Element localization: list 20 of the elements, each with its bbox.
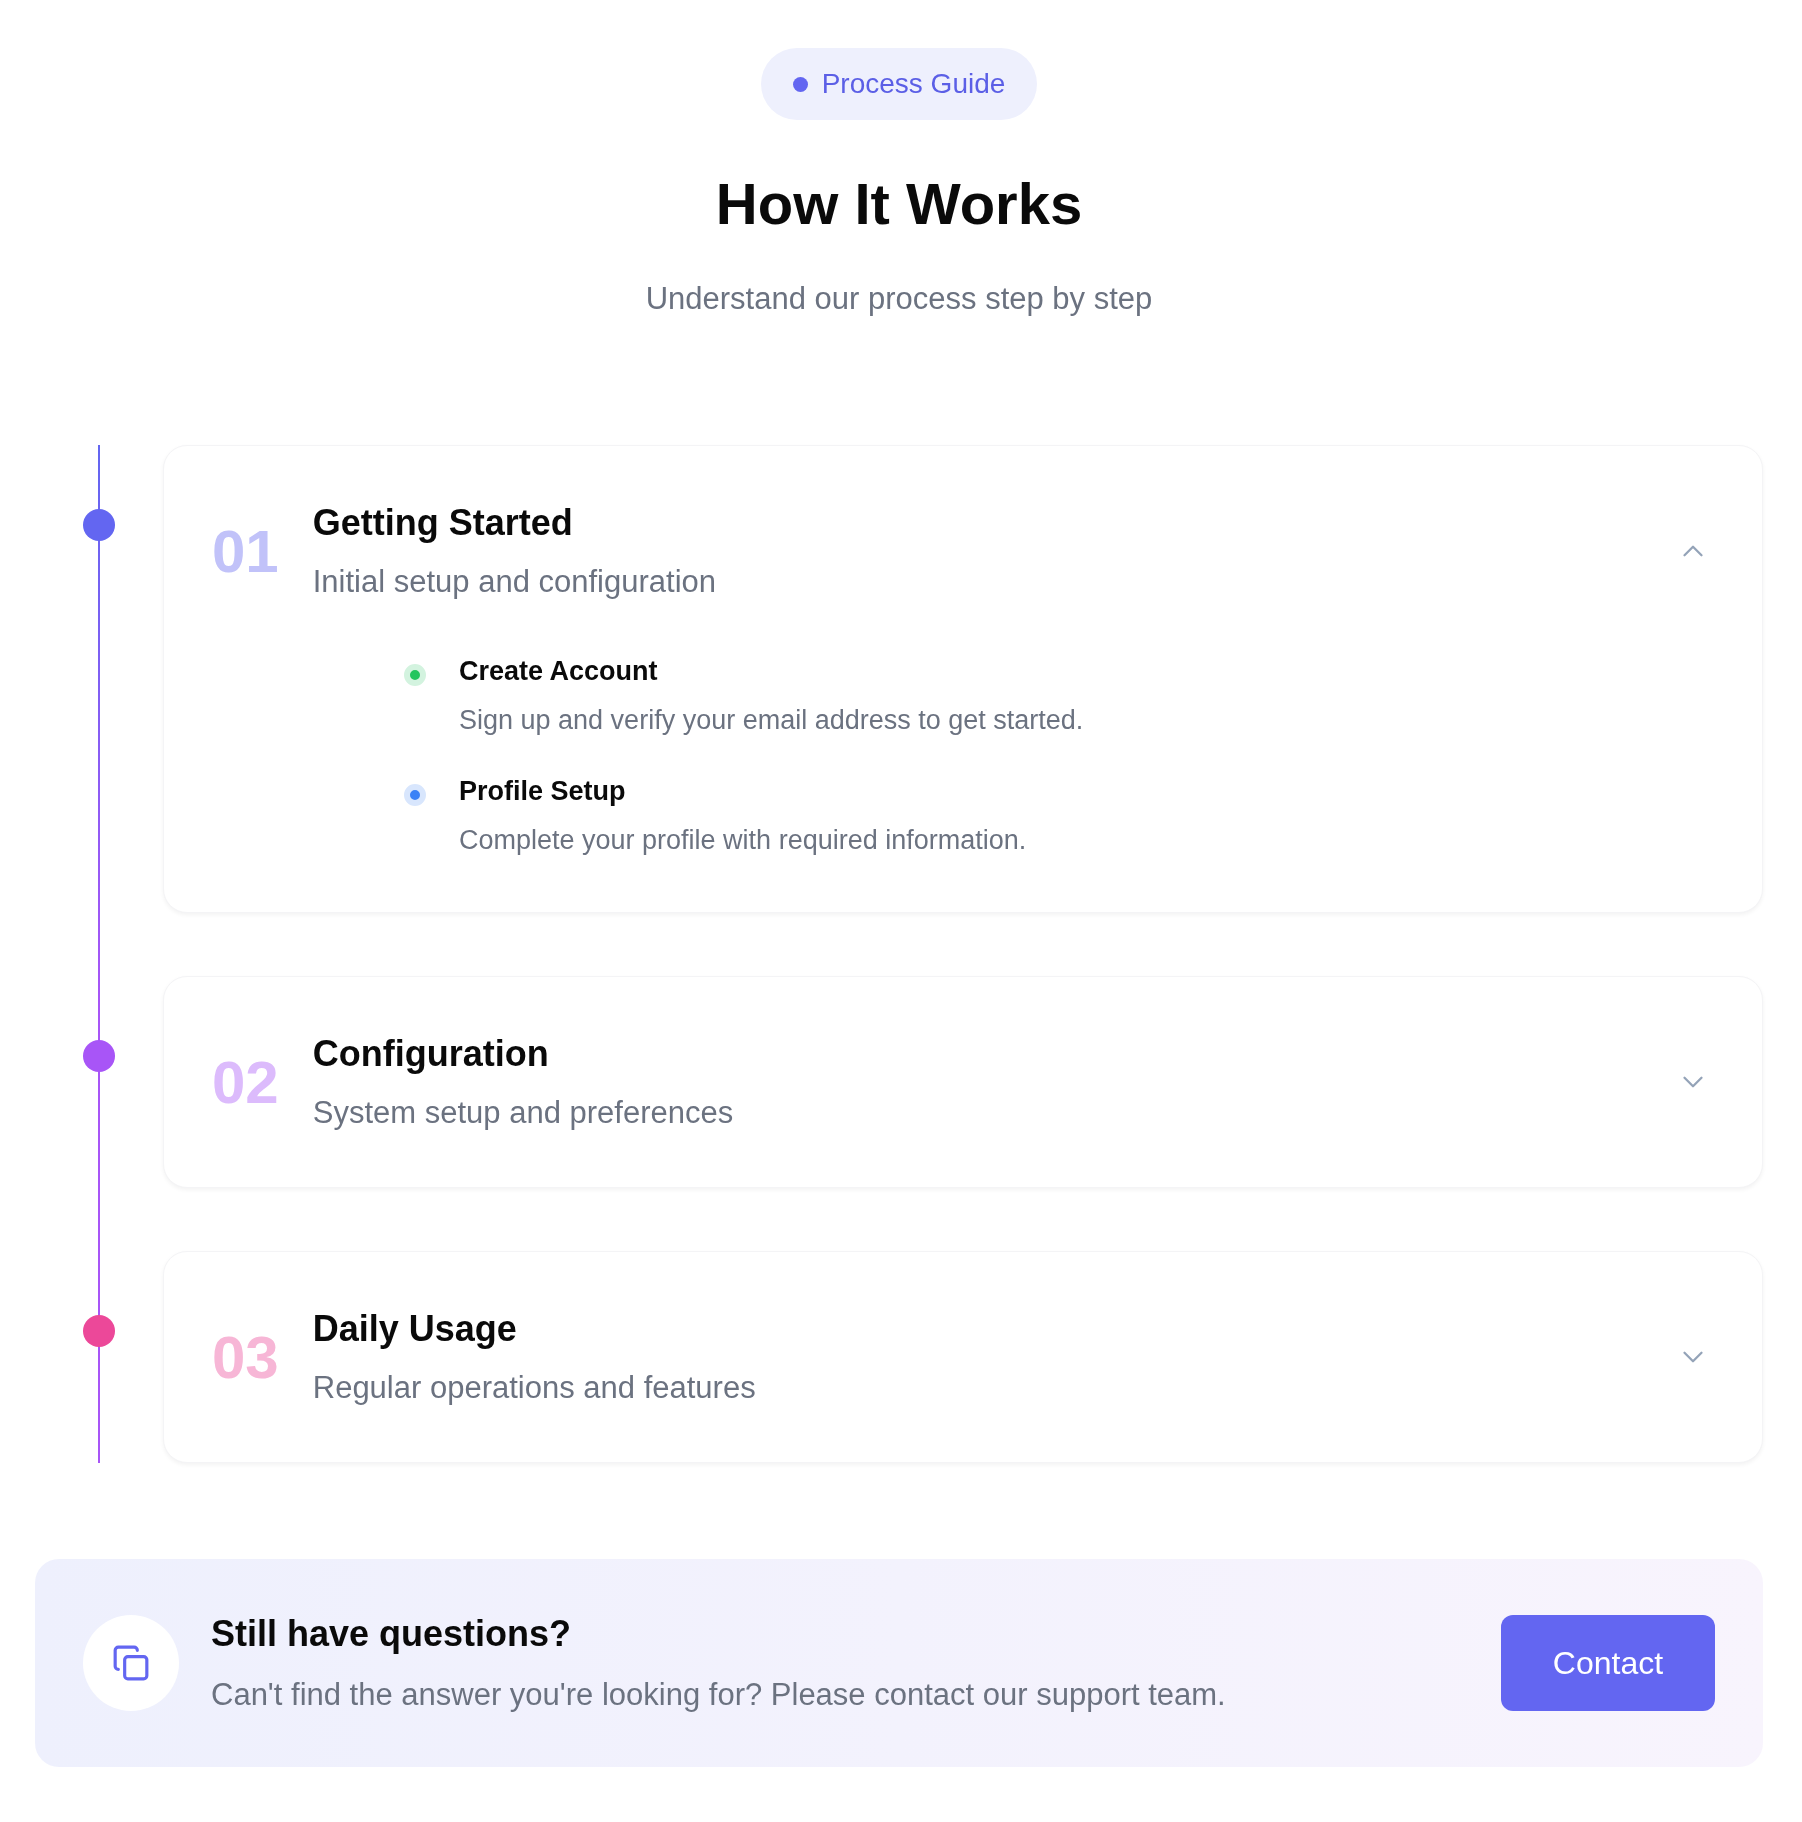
step-title: Getting Started [312, 502, 574, 544]
substep-description: Sign up and verify your email address to get started. [459, 705, 1084, 736]
step-title: Configuration [312, 1033, 550, 1075]
page-title: How It Works [715, 170, 1083, 237]
step-description: Initial setup and configuration [312, 564, 718, 600]
substep-description: Complete your profile with required information. [459, 825, 1027, 856]
step-description: System setup and preferences [312, 1095, 735, 1131]
help-title: Still have questions? [211, 1613, 573, 1655]
step-number: 03 [212, 1322, 279, 1392]
step-number: 02 [212, 1047, 279, 1117]
step-title: Daily Usage [312, 1308, 518, 1350]
page-subtitle: Understand our process step by step [645, 281, 1153, 317]
dot-icon [792, 76, 808, 92]
step-description: Regular operations and features [312, 1370, 757, 1406]
substep-title: Profile Setup [459, 776, 627, 807]
badge-label: Process Guide [821, 68, 1006, 100]
help-text: Can't find the answer you're looking for? Please contact our support team. [211, 1677, 1227, 1713]
substep-title: Create Account [459, 656, 659, 687]
contact-button[interactable]: Contact [1501, 1615, 1715, 1711]
step-number: 01 [212, 516, 279, 586]
